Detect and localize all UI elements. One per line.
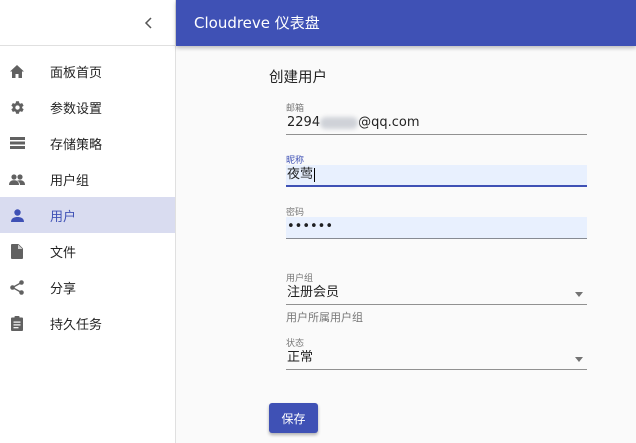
sidebar-item-label: 用户组 [50,173,90,189]
status-value: 正常 [287,350,314,365]
nickname-input[interactable]: 夜莺 [286,165,587,187]
task-icon [9,315,25,331]
collapse-sidebar-button[interactable] [137,11,161,35]
storage-icon [9,135,25,151]
nickname-label: 昵称 [286,156,305,166]
form-title: 创建用户 [269,70,327,86]
sidebar-item-tasks[interactable]: 持久任务 [0,305,175,341]
sidebar-header [0,0,175,46]
sidebar-item-settings[interactable]: 参数设置 [0,89,175,125]
sidebar-item-label: 存储策略 [50,137,103,153]
sidebar-item-storage[interactable]: 存储策略 [0,125,175,161]
sidebar-item-shares[interactable]: 分享 [0,269,175,305]
home-icon [9,63,25,79]
group-select-field: 用户组 注册会员 用户所属用户组 [286,271,587,325]
sidebar-item-groups[interactable]: 用户组 [0,161,175,197]
gear-icon [9,99,25,115]
sidebar-item-label: 参数设置 [50,101,103,117]
redacted-blur [320,116,359,129]
sidebar-nav: 面板首页 参数设置 存储策略 用户组 用户 文件 分享 持久任务 [0,46,175,341]
person-icon [9,207,25,223]
share-icon [9,279,25,295]
sidebar-item-label: 分享 [50,281,77,297]
email-input[interactable]: 2294 @qq.com [286,113,587,135]
status-select-field: 状态 正常 [286,336,587,370]
sidebar-item-users[interactable]: 用户 [0,197,175,233]
status-label: 状态 [286,339,305,349]
dropdown-arrow-icon [575,292,583,297]
sidebar: 面板首页 参数设置 存储策略 用户组 用户 文件 分享 持久任务 [0,0,176,443]
sidebar-item-label: 文件 [50,245,77,261]
email-value-prefix: 2294 [287,115,321,130]
main-content: 创建用户 邮箱 2294 @qq.com 昵称 夜莺 密码 •••••• 用户组 … [176,46,636,443]
nickname-value: 夜莺 [287,167,314,182]
password-label: 密码 [286,208,305,218]
password-input[interactable]: •••••• [286,217,587,239]
app-bar: Cloudreve 仪表盘 [176,0,636,46]
status-select[interactable]: 正常 [286,348,587,370]
group-value: 注册会员 [287,285,340,300]
email-field: 邮箱 2294 @qq.com [286,101,587,135]
sidebar-item-label: 用户 [50,209,77,225]
email-label: 邮箱 [286,104,305,114]
group-select[interactable]: 注册会员 [286,283,587,305]
page-title: Cloudreve 仪表盘 [194,14,320,32]
sidebar-item-files[interactable]: 文件 [0,233,175,269]
password-value: •••••• [287,219,334,234]
save-button[interactable]: 保存 [269,403,318,433]
sidebar-item-label: 持久任务 [50,317,103,333]
chevron-left-icon [144,14,154,33]
email-value-suffix: @qq.com [358,115,420,130]
text-caret [314,167,316,182]
group-helper-text: 用户所属用户组 [286,311,363,324]
sidebar-item-home[interactable]: 面板首页 [0,53,175,89]
password-field: 密码 •••••• [286,205,587,239]
file-icon [9,243,25,259]
group-icon [9,171,25,187]
group-label: 用户组 [286,274,314,284]
nickname-field: 昵称 夜莺 [286,153,587,187]
dropdown-arrow-icon [575,357,583,362]
sidebar-item-label: 面板首页 [50,65,103,81]
